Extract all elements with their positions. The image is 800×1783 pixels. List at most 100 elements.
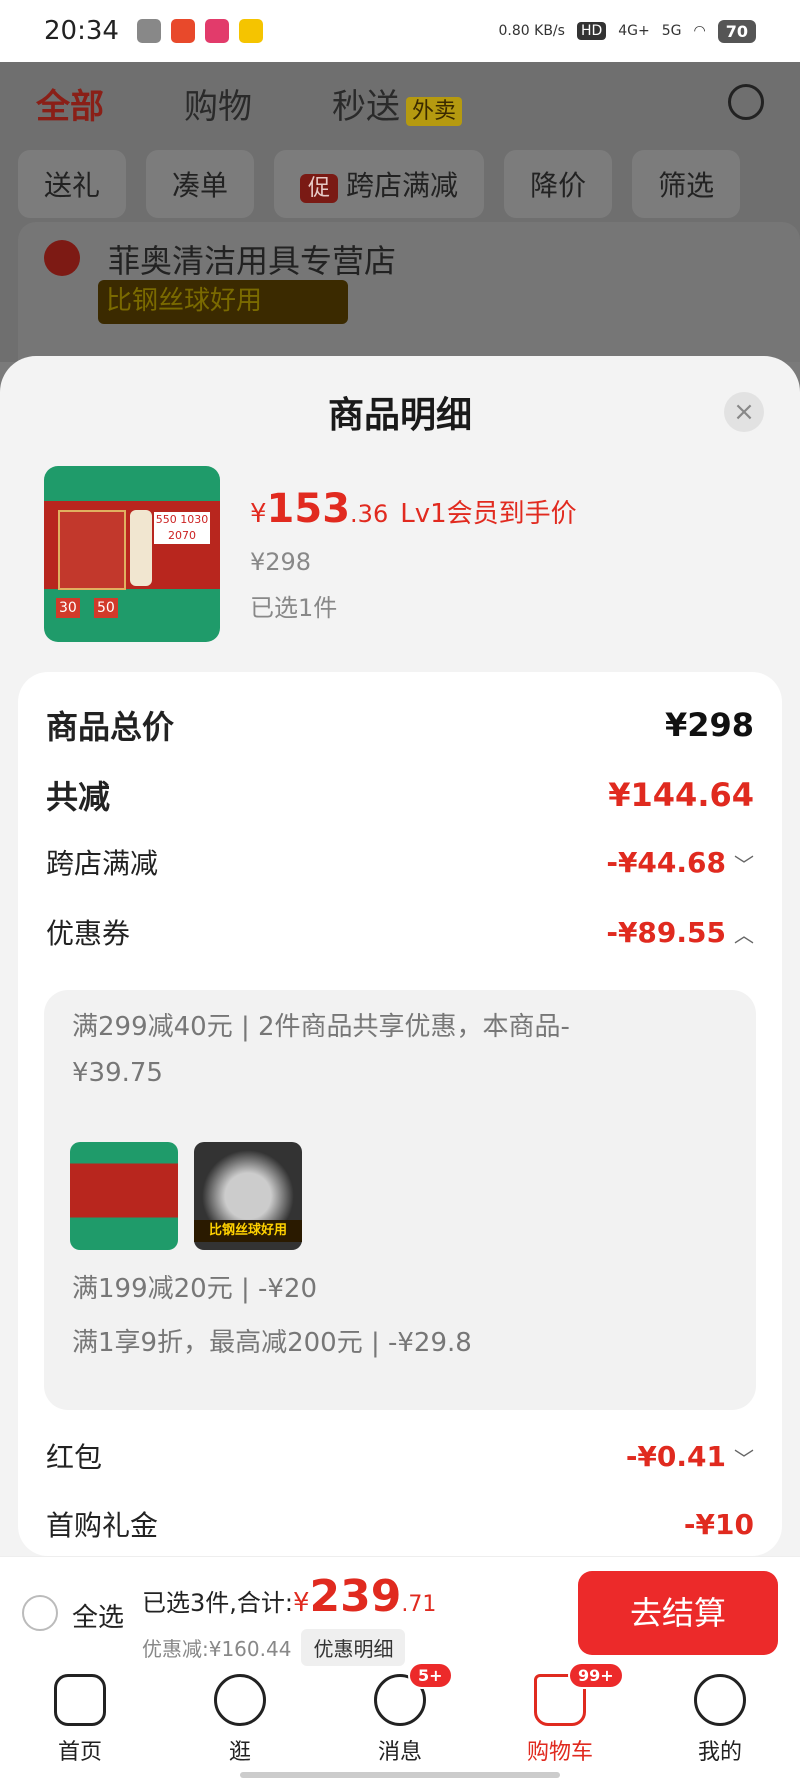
coupon-line-3: 满1享9折，最高减200元 | -¥29.8 bbox=[72, 1328, 472, 1358]
top-tabs: 全部 购物 秒送 外卖 bbox=[0, 62, 800, 144]
tab-delivery-label: 秒送 bbox=[332, 86, 400, 127]
coupon-amount: -¥89.55 bbox=[606, 915, 726, 949]
total-label: 商品总价 bbox=[46, 708, 175, 746]
store-name[interactable]: 菲奥清洁用具专营店 bbox=[108, 236, 396, 282]
coupon-line-2: 满199减20元 | -¥20 bbox=[72, 1274, 318, 1304]
coupon-product-thumb: 比钢丝球好用 bbox=[194, 1142, 302, 1250]
profile-icon bbox=[694, 1674, 746, 1726]
discount-detail-button[interactable]: 优惠明细 bbox=[301, 1629, 406, 1666]
battery-icon: 70 bbox=[717, 19, 756, 43]
tab-all[interactable]: 全部 bbox=[36, 79, 104, 128]
chevron-down-icon: ﹀ bbox=[734, 1446, 754, 1471]
summary-prefix: 已选3件,合计: bbox=[142, 1589, 293, 1617]
filter-gift[interactable]: 送礼 bbox=[18, 150, 127, 218]
cross-store-label: 跨店满减 bbox=[46, 847, 159, 880]
product-detail-sheet: 商品明细 × 550 1030 2070 30 50 ¥ 153 .36 Lv1… bbox=[0, 356, 800, 1556]
reduce-value: ¥144.64 bbox=[608, 776, 754, 814]
tab-mine-label: 我的 bbox=[697, 1740, 742, 1765]
price-integer: 153 bbox=[266, 486, 351, 532]
thumb-tag: 30 bbox=[56, 598, 80, 618]
redpack-amount: -¥0.41 bbox=[625, 1439, 726, 1473]
row-total: 商品总价 ¥298 bbox=[46, 702, 754, 748]
status-app-icons bbox=[136, 19, 263, 43]
home-icon bbox=[54, 1674, 106, 1726]
selected-count: 已选1件 bbox=[250, 594, 338, 622]
member-note: Lv1会员到手价 bbox=[400, 499, 577, 529]
cart-badge: 99+ bbox=[568, 1662, 624, 1689]
total-currency: ¥ bbox=[292, 1588, 310, 1618]
bottom-tab-bar: 首页 逛 5+ 消息 99+ 购物车 我的 bbox=[0, 1662, 800, 1783]
member-price: ¥ 153 .36 Lv1会员到手价 bbox=[250, 486, 577, 532]
checkout-button[interactable]: 去结算 bbox=[578, 1571, 778, 1655]
store-row: 菲奥清洁用具专营店 比钢丝球好用 bbox=[18, 222, 800, 362]
signal-5g-icon: 5G bbox=[661, 23, 682, 39]
row-cross-store[interactable]: 跨店满减 -¥44.68 ﹀ bbox=[46, 842, 754, 882]
original-price: ¥298 bbox=[250, 548, 312, 576]
row-redpack[interactable]: 红包 -¥0.41 ﹀ bbox=[46, 1436, 754, 1476]
promo-badge: 促 bbox=[300, 174, 339, 203]
signal-4g-icon: 4G+ bbox=[618, 23, 650, 39]
tab-delivery[interactable]: 秒送 外卖 bbox=[332, 79, 463, 128]
coupon-detail-box: 满299减40元 | 2件商品共享优惠，本商品-¥39.75 比钢丝球好用 满1… bbox=[44, 990, 756, 1410]
price-decimal: .36 bbox=[350, 500, 389, 528]
wifi-icon: ◠ bbox=[693, 23, 706, 39]
total-decimal: .71 bbox=[401, 1592, 437, 1617]
tab-shopping[interactable]: 购物 bbox=[184, 79, 252, 128]
discount-line: 优惠减:¥160.44 优惠明细 bbox=[142, 1629, 406, 1666]
product-box-graphic bbox=[58, 510, 126, 590]
app-notification-icon bbox=[170, 19, 195, 43]
chevron-down-icon: ﹀ bbox=[734, 852, 754, 877]
discount-amount: 优惠减:¥160.44 bbox=[142, 1637, 292, 1661]
net-speed: 0.80 KB/s bbox=[498, 23, 565, 39]
filter-bundle[interactable]: 凑单 bbox=[146, 150, 255, 218]
coupon-value: -¥89.55 ︿ bbox=[606, 916, 754, 949]
tab-messages[interactable]: 5+ 消息 bbox=[330, 1662, 470, 1783]
search-icon[interactable] bbox=[728, 84, 764, 120]
tab-messages-label: 消息 bbox=[377, 1740, 422, 1765]
filter-price-drop[interactable]: 降价 bbox=[504, 150, 613, 218]
price-detail-card: 商品总价 ¥298 共减 ¥144.64 跨店满减 -¥44.68 ﹀ 优惠券 -… bbox=[18, 672, 782, 1556]
tab-home-label: 首页 bbox=[57, 1740, 102, 1765]
currency-symbol: ¥ bbox=[250, 499, 267, 529]
chevron-up-icon: ︿ bbox=[734, 922, 754, 947]
tab-cart-label: 购物车 bbox=[526, 1740, 593, 1765]
status-indicators: 0.80 KB/s HD 4G+ 5G ◠ 70 bbox=[498, 19, 756, 43]
home-indicator[interactable] bbox=[240, 1772, 560, 1778]
app-notification-icon bbox=[136, 19, 161, 43]
redpack-value: -¥0.41 ﹀ bbox=[626, 1440, 754, 1473]
coupon-label: 优惠券 bbox=[46, 917, 131, 950]
close-button[interactable]: × bbox=[724, 392, 764, 432]
cross-store-amount: -¥44.68 bbox=[606, 845, 726, 879]
product-thumbnail: 550 1030 2070 30 50 bbox=[44, 466, 220, 642]
select-all-label[interactable]: 全选 bbox=[72, 1597, 124, 1634]
product-bottle-graphic bbox=[130, 510, 152, 586]
tab-browse[interactable]: 逛 bbox=[170, 1666, 310, 1783]
browse-icon bbox=[214, 1674, 266, 1726]
app-notification-icon bbox=[238, 19, 263, 43]
tab-browse-label: 逛 bbox=[228, 1740, 251, 1765]
thumb-price-list: 550 1030 2070 bbox=[154, 512, 210, 544]
hd-icon: HD bbox=[576, 22, 607, 40]
status-time: 20:34 bbox=[44, 16, 119, 46]
store-checkbox[interactable] bbox=[44, 240, 80, 276]
select-all-checkbox[interactable] bbox=[22, 1595, 58, 1631]
filter-cross-store[interactable]: 促跨店满减 bbox=[274, 150, 485, 218]
filter-cross-store-label: 跨店满减 bbox=[346, 169, 459, 202]
cross-store-value: -¥44.68 ﹀ bbox=[606, 846, 754, 879]
store-product-banner: 比钢丝球好用 bbox=[98, 280, 348, 324]
first-buy-value: -¥10 bbox=[683, 1507, 754, 1541]
row-coupon[interactable]: 优惠券 -¥89.55 ︿ bbox=[46, 912, 754, 952]
sheet-title: 商品明细 bbox=[327, 395, 472, 436]
mini-thumb-band: 比钢丝球好用 bbox=[194, 1220, 302, 1242]
total-value: ¥298 bbox=[664, 706, 754, 744]
checkout-bar: 全选 已选3件,合计: ¥ 239 .71 优惠减:¥160.44 优惠明细 去… bbox=[0, 1556, 800, 1666]
tab-mine[interactable]: 我的 bbox=[650, 1666, 790, 1783]
coupon-product-thumb bbox=[70, 1142, 178, 1250]
status-bar: 20:34 0.80 KB/s HD 4G+ 5G ◠ 70 bbox=[0, 0, 800, 62]
tab-home[interactable]: 首页 bbox=[10, 1666, 150, 1783]
order-summary: 已选3件,合计: ¥ 239 .71 bbox=[142, 1571, 436, 1622]
tab-cart[interactable]: 99+ 购物车 bbox=[490, 1662, 630, 1783]
redpack-label: 红包 bbox=[46, 1441, 103, 1474]
messages-badge: 5+ bbox=[408, 1662, 453, 1689]
filter-button[interactable]: 筛选 bbox=[632, 150, 741, 218]
